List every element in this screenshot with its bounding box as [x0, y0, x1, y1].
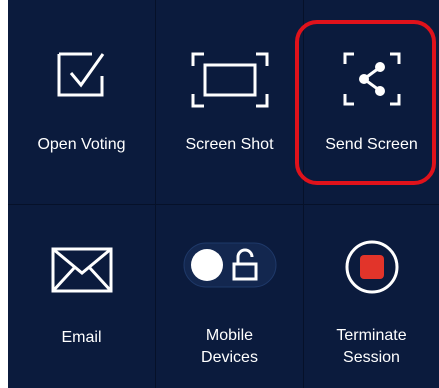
screen-shot-label: Screen Shot: [185, 136, 274, 153]
mobile-devices-label-line1: Mobile: [205, 327, 254, 344]
envelope-icon: [51, 247, 112, 293]
open-voting-button[interactable]: Open Voting: [8, 0, 155, 204]
open-voting-label: Open Voting: [37, 136, 126, 153]
share-icon: [343, 52, 400, 106]
stop-icon: [345, 240, 398, 294]
mobile-devices-label: Mobile Devices: [156, 325, 303, 369]
checkbox-icon: [57, 52, 104, 97]
email-label: Email: [61, 329, 102, 346]
email-button[interactable]: Email: [8, 205, 155, 388]
terminate-session-label-line2: Session: [343, 349, 400, 366]
terminate-session-button[interactable]: Terminate Session: [304, 205, 439, 388]
mobile-devices-button[interactable]: Mobile Devices: [156, 205, 303, 388]
screen-shot-button[interactable]: Screen Shot: [156, 0, 303, 204]
menu-panel: Open Voting Screen Shot Send Screen Emai…: [8, 0, 439, 388]
terminate-session-label-line1: Terminate: [336, 327, 407, 344]
mobile-devices-label-line2: Devices: [201, 349, 258, 366]
screenshot-frame-icon: [191, 52, 268, 108]
lock-toggle-icon: [183, 242, 276, 288]
send-screen-button[interactable]: Send Screen: [304, 0, 439, 204]
send-screen-label: Send Screen: [325, 136, 418, 153]
terminate-session-label: Terminate Session: [304, 325, 439, 369]
